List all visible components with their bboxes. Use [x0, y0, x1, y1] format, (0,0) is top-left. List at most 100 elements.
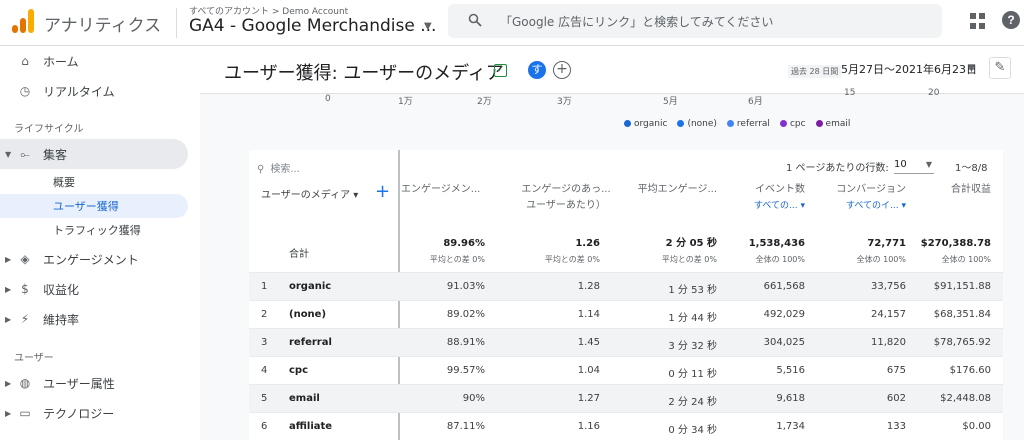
nav-user-attributes[interactable]: ▶ ◍ ユーザー属性 — [0, 368, 188, 398]
nav-acq-overview[interactable]: 概要 — [0, 170, 188, 194]
devices-icon: ▭ — [19, 406, 31, 420]
row-metric-cell: 0 分 34 秒 — [668, 425, 717, 436]
caret-down-icon: ▼ — [5, 149, 12, 159]
legend-item[interactable]: email — [815, 119, 850, 129]
table-search-placeholder: 検索... — [270, 164, 300, 175]
column-header[interactable]: 平均エンゲージ... — [629, 182, 717, 198]
total-value: 2 分 05 秒 — [665, 238, 717, 249]
total-sub: 全体の 100% — [755, 255, 805, 264]
column-header[interactable]: 合計収益 — [929, 182, 991, 198]
column-header[interactable]: イベント数 すべての... ▾ — [735, 182, 805, 214]
nav-realtime[interactable]: ◷ リアルタイム — [0, 76, 188, 106]
table-row[interactable]: 6 affiliate 87.11% 1.16 0 分 34 秒 1,734 133 $0.0… — [249, 412, 1003, 440]
row-metric-cell: 133 — [886, 421, 906, 432]
caret-right-icon: ▶ — [5, 284, 12, 294]
property-selector[interactable]: GA4 - Google Merchandise ... — [189, 16, 436, 36]
acquisition-icon: ⟜ — [20, 147, 30, 161]
avatar[interactable]: す — [528, 61, 546, 79]
add-dimension-icon[interactable]: + — [375, 181, 390, 202]
nav-engagement[interactable]: ▶ ◈ エンゲージメント — [0, 244, 188, 274]
nav-technology[interactable]: ▶ ▭ テクノロジー — [0, 398, 188, 428]
apps-grid-icon[interactable] — [970, 13, 986, 29]
caret-right-icon: ▶ — [5, 314, 12, 324]
edit-report-icon[interactable]: ✎ — [989, 57, 1011, 79]
retention-icon: ⚡ — [20, 312, 30, 326]
total-value: 1,538,436 — [748, 238, 805, 249]
column-header[interactable]: コンバージョン すべてのイ... ▾ — [822, 182, 906, 214]
total-sub: 平均との差 0% — [661, 255, 717, 264]
row-metric-cell: $78,765.92 — [933, 337, 991, 348]
column-header[interactable]: エンゲージメン... — [399, 182, 499, 198]
search-placeholder: 「Google 広告にリンク」と検索してみてください — [500, 15, 774, 29]
analytics-logo-icon[interactable] — [12, 9, 34, 33]
row-metric-cell: $176.60 — [949, 365, 991, 376]
legend-item[interactable]: cpc — [779, 119, 806, 129]
column-header-label: コンバージョン — [836, 184, 906, 195]
column-header-label: イベント数 — [755, 184, 805, 195]
legend-item[interactable]: (none) — [677, 119, 717, 129]
row-metric-cell: $2,448.08 — [940, 393, 991, 404]
data-table: ⚲ 検索... 1 ページあたりの行数: 10 ▼ 1〜8/8 ユーザーのメディア… — [249, 150, 1003, 440]
legend-item[interactable]: referral — [726, 119, 770, 129]
totals-label: 合計 — [289, 249, 309, 260]
main-content: ユーザー獲得: ユーザーのメディア ✓ す + 過去 28 日間 5月27日～2… — [200, 46, 1024, 440]
chevron-down-icon[interactable]: ▼ — [424, 21, 432, 32]
nav-label: テクノロジー — [43, 406, 115, 421]
column-header-sublabel[interactable]: すべてのイ... ▾ — [822, 198, 906, 214]
total-value: $270,388.78 — [920, 238, 991, 249]
table-row[interactable]: 5 email 90% 1.27 2 分 24 秒 9,618 602 $2,448.08 — [249, 384, 1003, 412]
table-row[interactable]: 1 organic 91.03% 1.28 1 分 53 秒 661,568 33,756 $… — [249, 272, 1003, 300]
chevron-down-icon: ▼ — [925, 160, 932, 169]
section-label-lifecycle: ライフサイクル — [14, 124, 84, 135]
help-icon[interactable]: ? — [1002, 11, 1020, 29]
table-row[interactable]: 3 referral 88.91% 1.45 3 分 32 秒 304,025 11,820… — [249, 328, 1003, 356]
dimension-header[interactable]: ユーザーのメディア ▾ — [261, 186, 358, 201]
column-header[interactable]: エンゲージのあっ... ユーザーあたり） — [504, 182, 628, 214]
column-header-sublabel[interactable]: すべての... ▾ — [735, 198, 805, 214]
row-metric-cell: 675 — [886, 365, 906, 376]
total-sub: 平均との差 0% — [544, 255, 600, 264]
total-cell: 89.96% 平均との差 0% — [415, 236, 485, 268]
rows-per-page-label: 1 ページあたりの行数: — [786, 163, 889, 174]
total-cell: $270,388.78 全体の 100% — [911, 236, 991, 268]
legend-item[interactable]: organic — [624, 119, 667, 129]
table-row[interactable]: 2 (none) 89.02% 1.14 1 分 44 秒 492,029 24,157 $6… — [249, 300, 1003, 328]
row-metric-cell: 1.45 — [577, 337, 600, 348]
search-input[interactable]: 「Google 広告にリンク」と検索してみてください — [448, 4, 942, 38]
table-row[interactable]: 4 cpc 99.57% 1.04 0 分 11 秒 5,516 675 $176.60 — [249, 356, 1003, 384]
pagination-text: 1〜8/8 — [955, 163, 988, 174]
row-medium: email — [289, 393, 320, 404]
nav-acquisition[interactable]: ▼ ⟜ 集客 — [0, 139, 188, 169]
total-value: 1.26 — [575, 238, 600, 249]
date-range-picker[interactable]: 5月27日～2021年6月23日 — [841, 61, 977, 77]
tag-icon: ◈ — [20, 252, 30, 266]
nav-label: ホーム — [43, 54, 79, 69]
row-index: 5 — [261, 393, 268, 404]
total-cell: 1.26 平均との差 0% — [530, 236, 600, 268]
column-header-label: エンゲージのあっ... — [521, 184, 611, 195]
nav-monetization[interactable]: ▶ $ 収益化 — [0, 274, 188, 304]
row-metric-cell: 1,734 — [776, 421, 805, 432]
row-metric-cell: 0 分 11 秒 — [668, 369, 717, 380]
chevron-down-icon[interactable]: ▼ — [968, 64, 975, 74]
caret-right-icon: ▶ — [5, 408, 12, 418]
check-icon[interactable]: ✓ — [494, 64, 507, 77]
add-comparison-icon[interactable]: + — [553, 61, 571, 79]
row-metric-cell: 1.28 — [577, 281, 600, 292]
nav-home[interactable]: ⌂ ホーム — [0, 46, 188, 76]
search-icon: ⚲ — [257, 164, 265, 175]
rows-per-page-select[interactable]: 10 ▼ — [894, 156, 934, 174]
row-metric-cell: 1.16 — [577, 421, 600, 432]
axis-tick-label: 6月 — [748, 97, 763, 107]
caret-right-icon: ▶ — [5, 254, 12, 264]
nav-retention[interactable]: ▶ ⚡ 維持率 — [0, 304, 188, 334]
row-medium: organic — [289, 281, 332, 292]
table-search-input[interactable]: ⚲ 検索... — [257, 160, 300, 175]
row-metric-cell: 661,568 — [763, 281, 805, 292]
row-metric-cell: 24,157 — [871, 309, 906, 320]
legend-dot — [726, 120, 734, 127]
nav-acq-user[interactable]: ユーザー獲得 — [0, 194, 188, 218]
nav-acq-traffic[interactable]: トラフィック獲得 — [0, 218, 188, 242]
row-index: 2 — [261, 309, 268, 320]
row-metric-cell: 1 分 44 秒 — [668, 313, 717, 324]
